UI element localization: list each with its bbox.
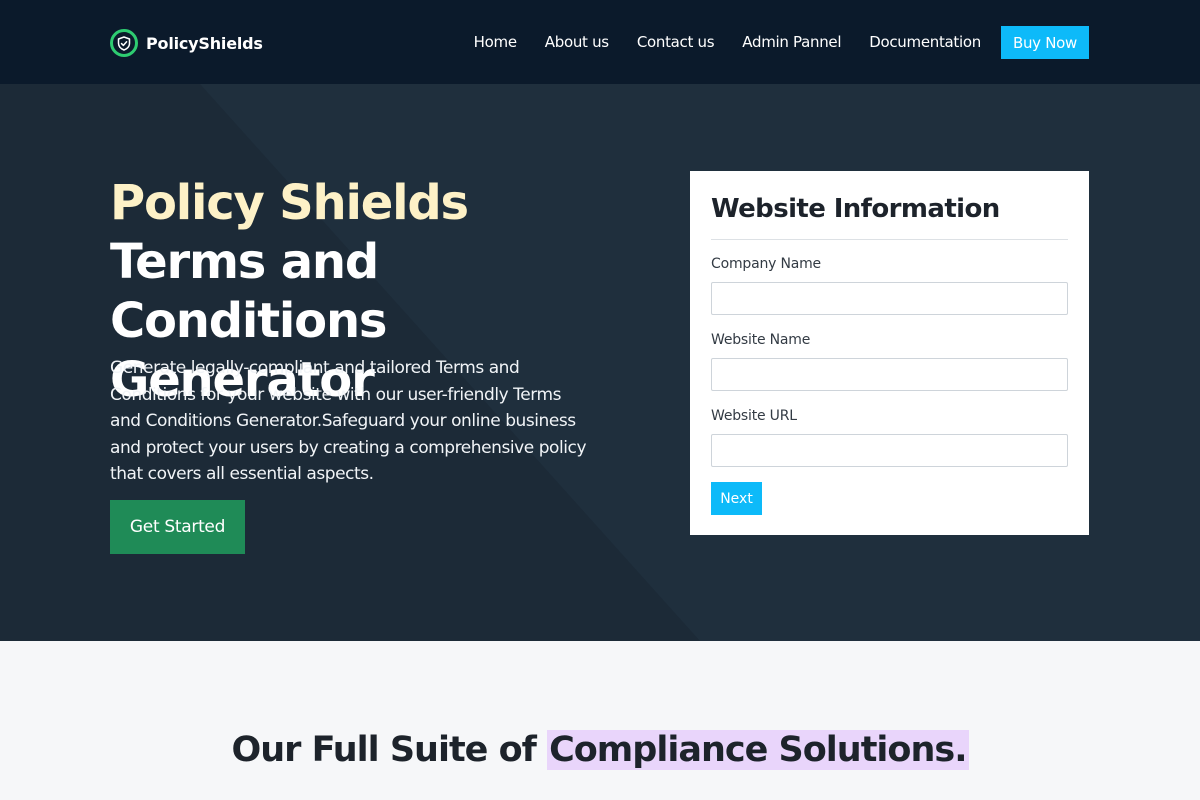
- shield-check-icon: [110, 29, 138, 57]
- company-name-label: Company Name: [711, 256, 821, 272]
- compliance-suite-section: Our Full Suite of Compliance Solutions.: [0, 641, 1200, 800]
- form-title: Website Information: [711, 194, 1000, 224]
- next-button[interactable]: Next: [711, 482, 762, 515]
- nav-link-contact-us[interactable]: Contact us: [637, 26, 715, 59]
- nav-link-home[interactable]: Home: [474, 26, 517, 59]
- hero-title-accent: Policy Shields: [110, 175, 469, 231]
- form-divider: [711, 239, 1068, 240]
- website-url-input[interactable]: [711, 434, 1068, 467]
- top-navbar: PolicyShields Home About us Contact us A…: [0, 0, 1200, 84]
- website-name-label: Website Name: [711, 332, 811, 348]
- website-url-label: Website URL: [711, 408, 797, 424]
- suite-title-highlight: Compliance Solutions.: [547, 730, 969, 770]
- website-information-form: Website Information Company Name Website…: [690, 171, 1089, 535]
- hero-description: Generate legally-compliant and tailored …: [110, 358, 587, 484]
- nav-links: Home About us Contact us Admin Pannel Do…: [474, 26, 1089, 59]
- buy-now-button[interactable]: Buy Now: [1000, 26, 1089, 59]
- nav-link-documentation[interactable]: Documentation: [869, 26, 981, 59]
- nav-link-about-us[interactable]: About us: [545, 26, 609, 59]
- company-name-input[interactable]: [711, 282, 1068, 315]
- website-name-input[interactable]: [711, 358, 1068, 391]
- suite-title: Our Full Suite of Compliance Solutions.: [0, 729, 1200, 771]
- hero-section: Policy Shields Terms and Conditions Gene…: [0, 84, 1200, 641]
- brand-name: PolicyShields: [146, 33, 263, 53]
- nav-link-admin-panel[interactable]: Admin Pannel: [742, 26, 841, 59]
- brand[interactable]: PolicyShields: [110, 29, 263, 57]
- get-started-button[interactable]: Get Started: [110, 500, 245, 554]
- suite-title-plain: Our Full Suite of: [231, 730, 548, 770]
